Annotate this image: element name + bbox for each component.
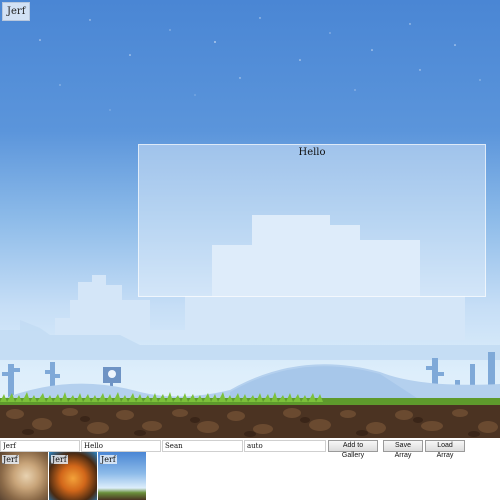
gallery-thumb-scene[interactable]: Jerf <box>98 452 146 500</box>
gallery-thumb-tiger[interactable]: Jerf <box>49 452 97 500</box>
text-field[interactable] <box>81 440 161 452</box>
save-array-button[interactable]: Save Array <box>383 440 423 459</box>
add-to-gallery-button[interactable]: Add to Gallery <box>328 440 378 459</box>
load-array-button[interactable]: Load Array <box>425 440 465 459</box>
gallery: Jerf Jerf Jerf <box>0 452 150 500</box>
canvas-title-chip: Jerf <box>2 2 31 21</box>
thumb-label: Jerf <box>2 455 19 464</box>
thumb-label: Jerf <box>100 455 117 464</box>
size-field[interactable] <box>244 440 326 452</box>
overlay-text: Hello <box>298 147 326 158</box>
gallery-thumb-kitten[interactable]: Jerf <box>0 452 48 500</box>
thumb-label: Jerf <box>51 455 68 464</box>
name-field[interactable] <box>0 440 80 452</box>
author-field[interactable] <box>162 440 243 452</box>
game-canvas[interactable]: Jerf Hello <box>0 0 500 438</box>
hello-overlay-panel: Hello <box>138 144 486 297</box>
controls-row: Add to Gallery Save Array Load Array <box>0 440 500 459</box>
